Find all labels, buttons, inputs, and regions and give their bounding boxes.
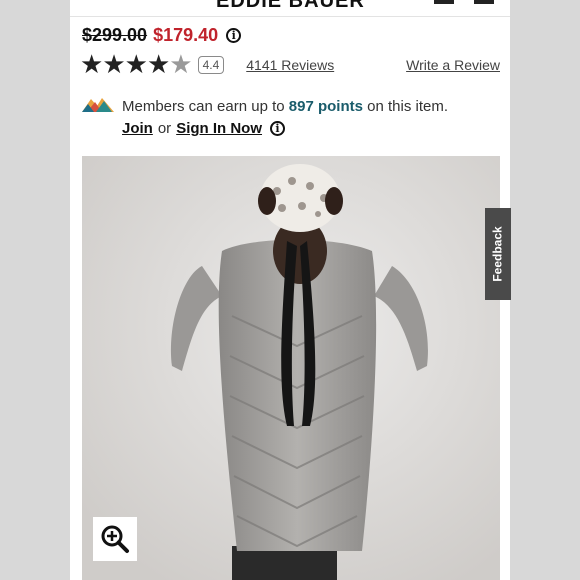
mountain-logo-icon bbox=[82, 98, 114, 112]
zoom-button[interactable] bbox=[93, 517, 137, 561]
members-actions: Join or Sign In Now i bbox=[122, 120, 286, 137]
star-icon: ★ bbox=[146, 50, 171, 80]
cart-icon[interactable] bbox=[474, 0, 494, 4]
info-icon[interactable]: i bbox=[270, 121, 286, 136]
sign-in-link[interactable]: Sign In Now bbox=[176, 120, 262, 137]
star-icon: ★ bbox=[102, 50, 126, 80]
brand-logo[interactable]: EDDIE BAUER bbox=[216, 0, 365, 13]
site-header: EDDIE BAUER bbox=[70, 0, 510, 17]
points-value: 897 points bbox=[288, 98, 363, 115]
rating-score-badge: 4.4 bbox=[197, 56, 225, 74]
zoom-in-icon bbox=[101, 525, 129, 553]
members-message: Members can earn up to 897 points on thi… bbox=[122, 98, 448, 115]
rating-row: ★ ★ ★ ★ ★ 4.4 4141 Reviews Write a Revie… bbox=[80, 52, 500, 78]
product-image[interactable] bbox=[82, 156, 500, 580]
join-link[interactable]: Join bbox=[122, 120, 153, 137]
price-row: $299.00 $179.40 i bbox=[82, 24, 242, 46]
sale-price: $179.40 bbox=[153, 24, 219, 45]
info-icon[interactable]: i bbox=[226, 27, 242, 43]
write-review-link[interactable]: Write a Review bbox=[406, 57, 500, 73]
product-photo bbox=[82, 156, 500, 580]
star-icon: ★ bbox=[124, 50, 148, 80]
star-icon: ★ bbox=[80, 50, 104, 80]
feedback-label: Feedback bbox=[491, 226, 506, 282]
original-price: $299.00 bbox=[82, 24, 148, 45]
feedback-tab[interactable]: Feedback bbox=[485, 208, 511, 300]
reviews-link[interactable]: 4141 Reviews bbox=[246, 57, 334, 73]
account-icon[interactable] bbox=[434, 0, 454, 4]
star-rating[interactable]: ★ ★ ★ ★ ★ bbox=[80, 50, 193, 80]
star-icon: ★ bbox=[169, 50, 193, 80]
or-text: or bbox=[157, 120, 172, 137]
product-page: EDDIE BAUER $299.00 $179.40 i ★ ★ ★ ★ ★ … bbox=[70, 0, 510, 580]
